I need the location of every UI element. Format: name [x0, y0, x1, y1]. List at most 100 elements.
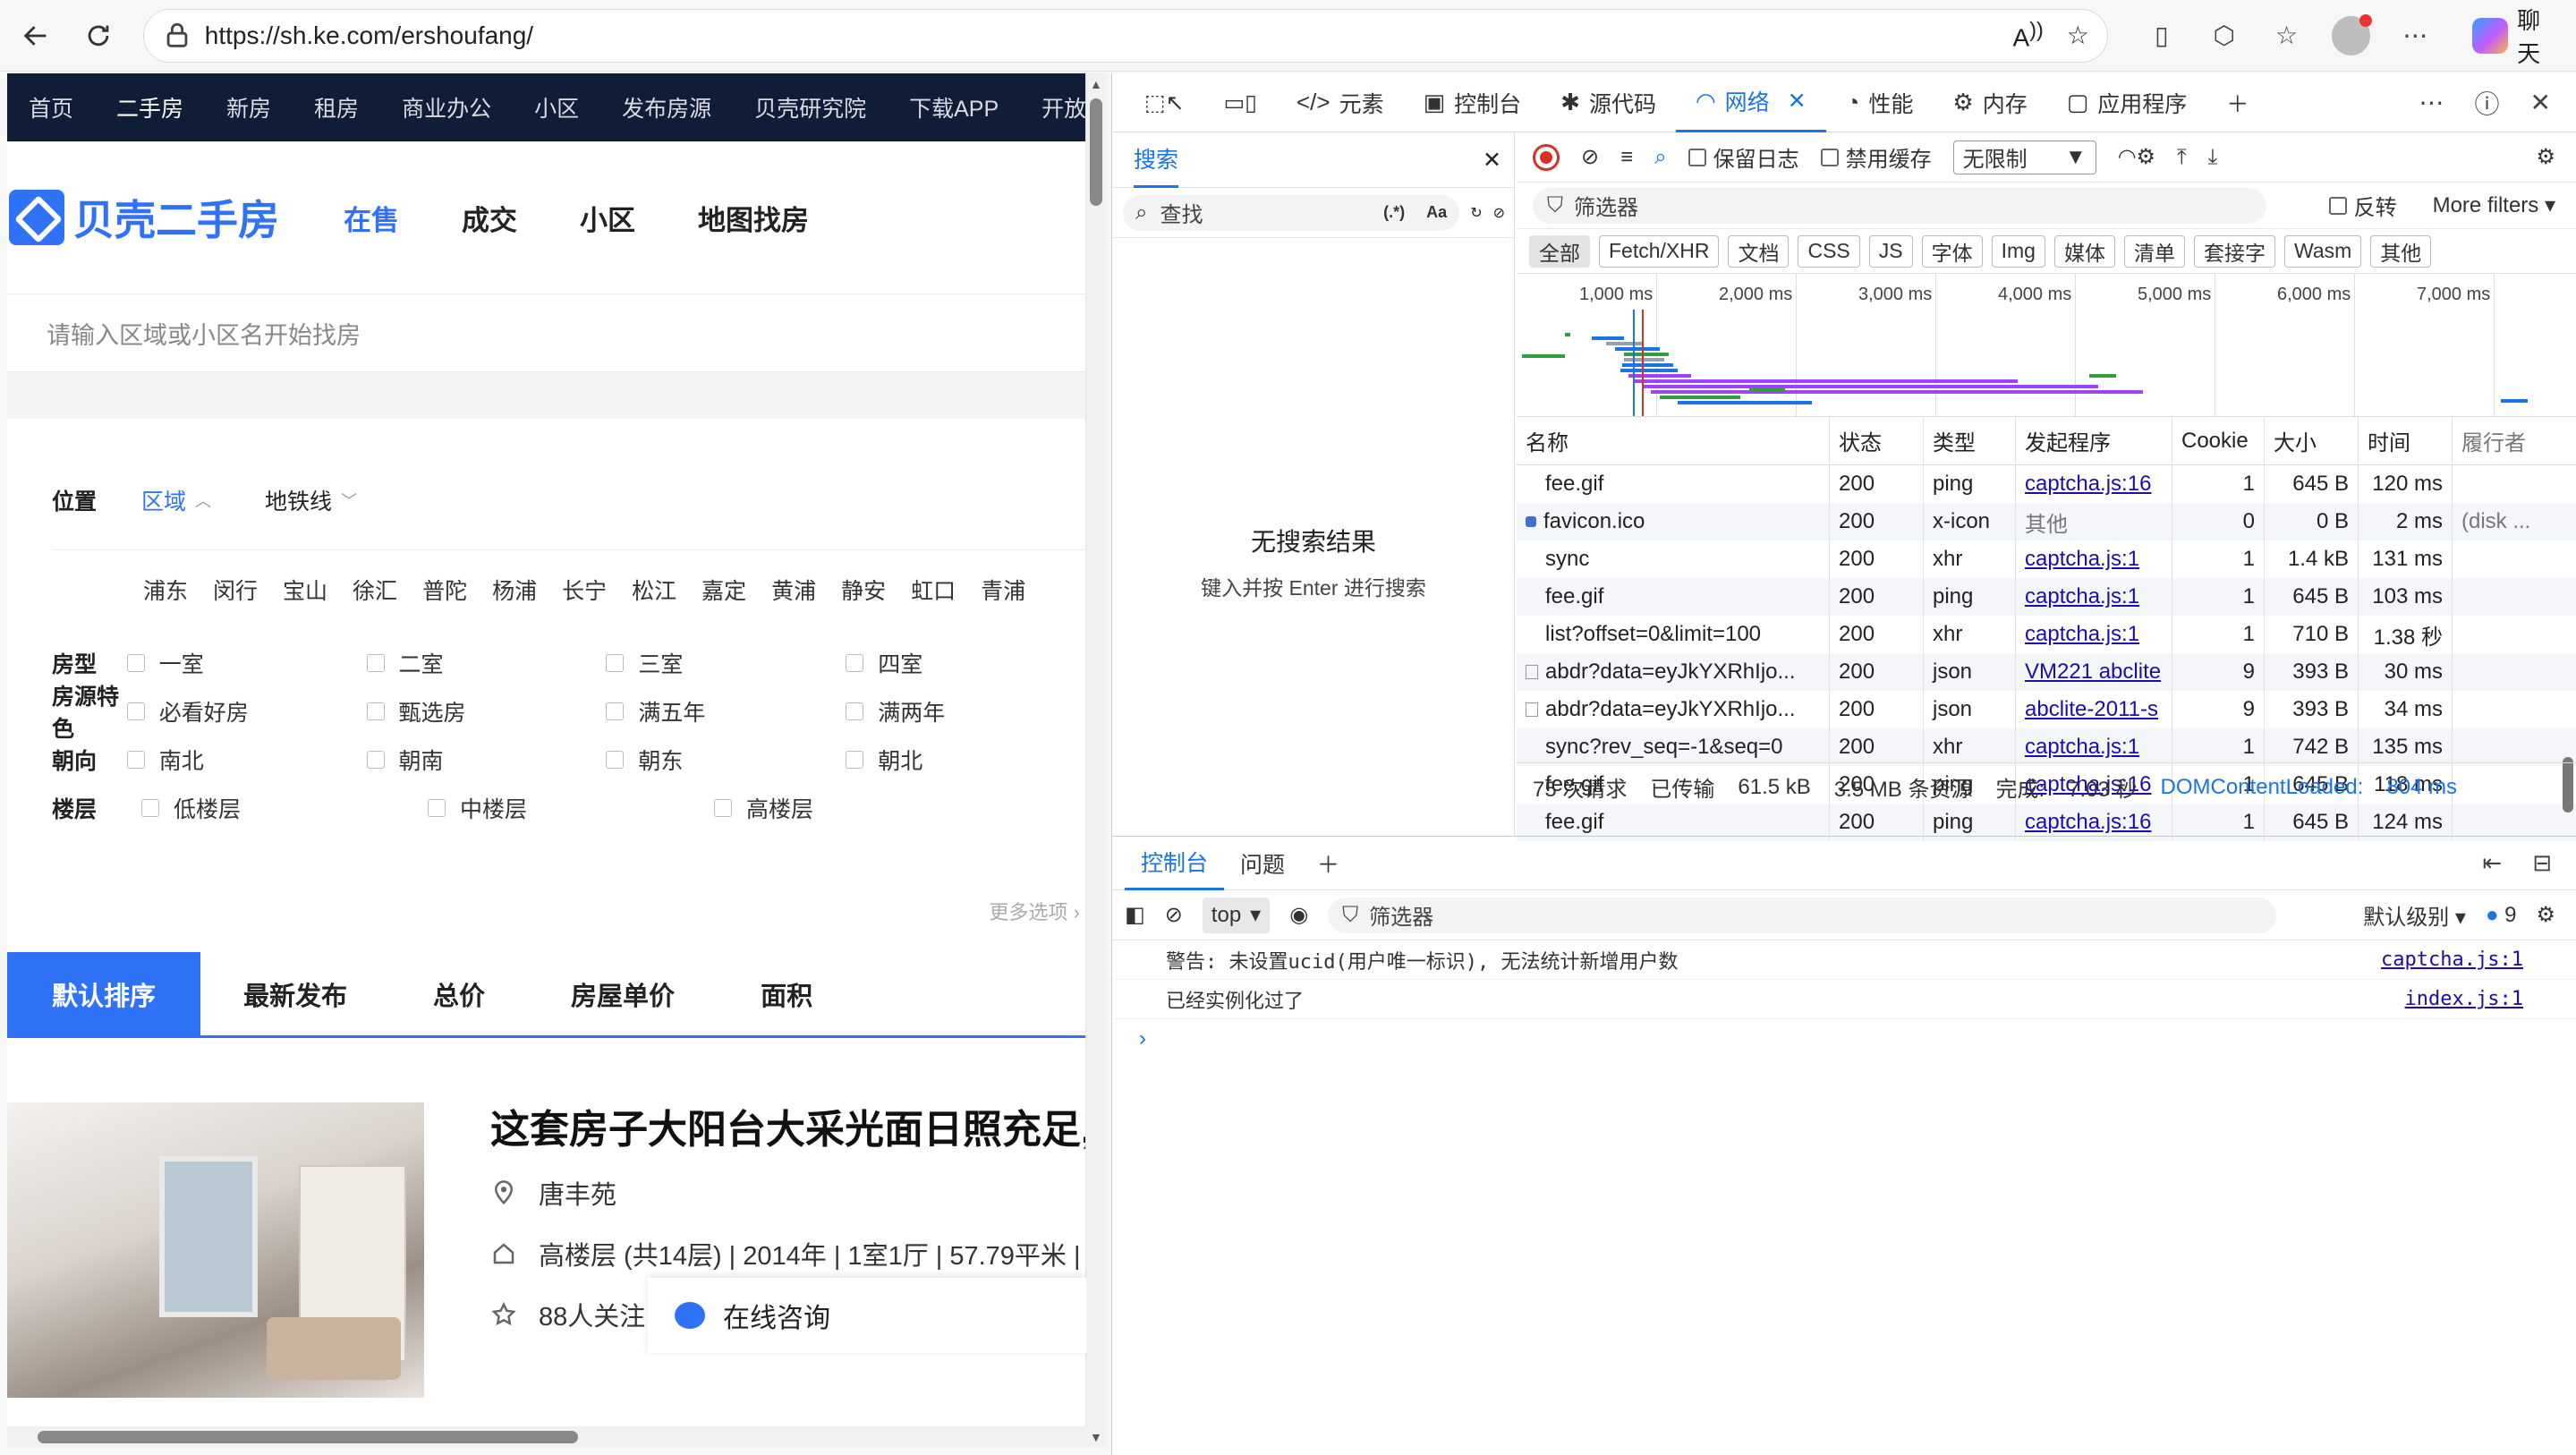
sort-total-price[interactable]: 总价 [390, 952, 528, 1035]
page-vertical-scrollbar[interactable]: ▲ ▼ [1086, 73, 1106, 1448]
cell-initiator[interactable]: captcha.js:1 [2016, 728, 2172, 766]
extensions-icon[interactable]: ⬡ [2206, 18, 2242, 54]
close-devtools-icon[interactable]: ✕ [2530, 88, 2551, 117]
console-sidebar-icon[interactable]: ◧ [1125, 902, 1145, 928]
sort-newest[interactable]: 最新发布 [200, 952, 390, 1035]
type-chip[interactable]: 媒体 [2053, 234, 2115, 268]
match-case-toggle[interactable]: Aa [1426, 203, 1447, 222]
checkbox[interactable] [606, 751, 625, 769]
back-button[interactable] [9, 9, 63, 63]
filter-checkbox[interactable]: 满两年 [846, 695, 1085, 728]
type-chip[interactable]: 其他 [2370, 234, 2432, 268]
tab-application[interactable]: ▢ 应用程序 [2047, 73, 2207, 132]
tab-search[interactable]: 搜索 [1134, 132, 1179, 188]
checkbox[interactable] [126, 702, 145, 720]
district-item[interactable]: 徐汇 [353, 574, 397, 639]
initiator-link[interactable]: captcha.js:16 [2025, 810, 2151, 835]
nav-item[interactable]: 发布房源 [600, 91, 733, 123]
type-chip[interactable]: 全部 [1529, 234, 1590, 268]
filter-checkbox[interactable]: 一室 [126, 647, 367, 679]
clear-search-icon[interactable]: ⊘ [1493, 204, 1505, 222]
message-source-link[interactable]: captcha.js:1 [2381, 949, 2523, 971]
throttle-select[interactable]: 无限制 ▼ [1952, 140, 2096, 174]
tab-on-sale[interactable]: 在售 [344, 198, 399, 238]
checkbox[interactable] [141, 799, 159, 817]
table-row[interactable]: sync?rev_seq=-1&seq=0 200 xhr captcha.js:1 1… [1517, 728, 2576, 766]
sort-unit-price[interactable]: 房屋单价 [528, 952, 718, 1035]
nav-item[interactable]: 租房 [293, 91, 380, 123]
regex-toggle[interactable]: (.*) [1383, 203, 1405, 222]
log-level-dropdown[interactable]: 默认级别 ▾ [2363, 899, 2466, 931]
search-input[interactable]: 请输入区域或小区名开始找房 [7, 294, 1085, 372]
type-chip[interactable]: Img [1991, 234, 2045, 268]
scrollbar-thumb[interactable] [1090, 98, 1102, 206]
table-row[interactable]: sync 200 xhr captcha.js:1 1 1.4 kB 131 ms [1517, 540, 2576, 578]
col-fulfilled-by[interactable]: 履行者 [2453, 417, 2551, 464]
filter-checkbox[interactable]: 二室 [366, 647, 607, 679]
filter-checkbox[interactable]: 朝南 [366, 744, 607, 776]
issues-counter[interactable]: ● 9 [2486, 903, 2517, 928]
type-chip[interactable]: JS [1868, 234, 1913, 268]
district-item[interactable]: 松江 [632, 574, 676, 639]
network-filter-input[interactable]: ⛉ 筛选器 [1533, 187, 2266, 224]
site-info-icon[interactable] [162, 21, 192, 51]
inspect-element-icon[interactable]: ⬚↖ [1125, 73, 1204, 132]
filter-checkbox[interactable]: 四室 [846, 647, 1085, 679]
nav-item[interactable]: 新房 [205, 91, 293, 123]
close-search-icon[interactable]: ✕ [1483, 147, 1501, 174]
invert-checkbox[interactable]: 反转 [2328, 190, 2397, 221]
cell-initiator[interactable]: captcha.js:16 [2016, 465, 2172, 503]
nav-item[interactable]: 商业办公 [380, 91, 513, 123]
filter-checkbox[interactable]: 必看好房 [126, 695, 367, 728]
scroll-down-arrow-icon[interactable]: ▼ [1090, 1430, 1102, 1444]
filter-checkbox[interactable]: 三室 [606, 647, 846, 679]
cell-name[interactable]: sync?rev_seq=-1&seq=0 [1517, 728, 1830, 766]
district-item[interactable]: 嘉定 [701, 574, 746, 639]
more-menu-icon[interactable]: ⋯ [2397, 18, 2433, 54]
col-type[interactable]: 类型 [1924, 417, 2016, 464]
initiator-link[interactable]: captcha.js:1 [2025, 584, 2139, 609]
checkbox[interactable] [366, 654, 385, 672]
network-timeline-overview[interactable]: 1,000 ms 2,000 ms 3,000 ms 4,000 ms 5,00… [1517, 274, 2576, 417]
district-item[interactable]: 长宁 [562, 574, 607, 639]
filter-checkbox[interactable]: 南北 [126, 744, 367, 776]
site-logo[interactable]: 贝壳二手房 [9, 188, 279, 247]
more-filters-dropdown[interactable]: More filters ▾ [2433, 192, 2555, 218]
cell-name[interactable]: fee.gif [1517, 465, 1830, 503]
checkbox[interactable] [714, 799, 732, 817]
reading-view-icon[interactable]: ▯ [2144, 18, 2180, 54]
tab-performance[interactable]: ◔ 性能 [1826, 73, 1934, 132]
filter-checkbox[interactable]: 朝北 [846, 744, 1085, 776]
tab-community[interactable]: 小区 [580, 198, 635, 238]
nav-item-active[interactable]: 二手房 [95, 91, 205, 123]
refresh-search-icon[interactable]: ↻ [1470, 204, 1482, 222]
checkbox[interactable] [366, 702, 385, 720]
col-cookie[interactable]: Cookie [2172, 417, 2265, 464]
add-drawer-tab-icon[interactable]: ＋ [1301, 837, 1356, 890]
tab-console[interactable]: ▣ 控制台 [1404, 73, 1542, 132]
district-item[interactable]: 杨浦 [492, 574, 537, 639]
district-item[interactable]: 黄浦 [771, 574, 816, 639]
tab-sources[interactable]: ✱ 源代码 [1541, 73, 1676, 132]
nav-item[interactable]: 首页 [7, 91, 95, 123]
copilot-chat-button[interactable]: 聊天 [2460, 0, 2576, 74]
drawer-tab-issues[interactable]: 问题 [1224, 837, 1301, 890]
add-tab-icon[interactable]: ＋ [2206, 73, 2268, 132]
disable-cache-checkbox[interactable]: 禁用缓存 [1820, 141, 1932, 173]
cell-name[interactable]: sync [1517, 540, 1830, 578]
checkbox[interactable] [126, 751, 145, 769]
type-chip[interactable]: 套接字 [2193, 234, 2275, 268]
checkbox[interactable] [846, 654, 864, 672]
more-options-link[interactable]: 更多选项 › [990, 897, 1080, 925]
export-har-icon[interactable]: ⤓ [2208, 145, 2218, 170]
sort-default[interactable]: 默认排序 [7, 952, 201, 1035]
search-network-icon[interactable]: ⌕ [1654, 145, 1666, 170]
clear-console-icon[interactable]: ⊘ [1165, 902, 1183, 928]
profile-avatar[interactable] [2331, 13, 2373, 55]
initiator-link[interactable]: captcha.js:1 [2025, 547, 2139, 572]
region-dropdown[interactable]: 区域 ︿ [141, 484, 211, 516]
col-name[interactable]: 名称 [1517, 417, 1830, 464]
nav-item[interactable]: 贝壳研究院 [733, 91, 888, 123]
district-item[interactable]: 普陀 [422, 574, 467, 639]
checkbox[interactable] [126, 654, 145, 672]
